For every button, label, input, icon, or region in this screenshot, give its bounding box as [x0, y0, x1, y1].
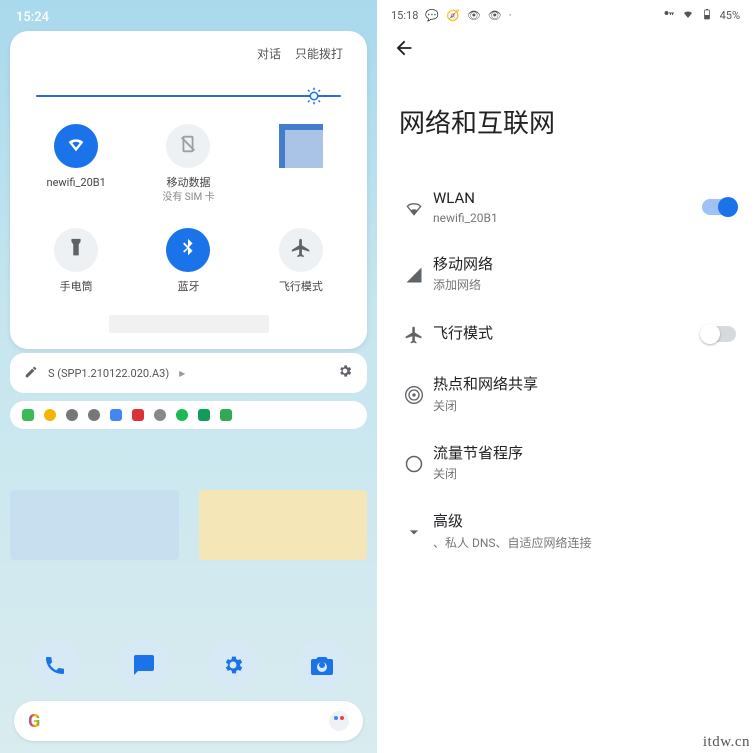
brightness-slider[interactable]	[36, 86, 341, 106]
tile-wifi[interactable]: newifi_20B1	[20, 124, 132, 204]
tile-label: 飞行模式	[279, 280, 323, 295]
build-text: S (SPP1.210122.020.A3)	[48, 367, 169, 380]
tile-label: 移动数据没有 SIM 卡	[162, 176, 214, 204]
redacted-area	[109, 315, 269, 333]
wlan-toggle[interactable]	[702, 199, 736, 215]
right-status-bar: 15:18 💬 🧭 👁 👁 · 45%	[377, 0, 754, 23]
row-hotspot[interactable]: 热点和网络共享关闭	[377, 360, 754, 429]
tile-label: newifi_20B1	[47, 176, 106, 191]
watermark: itdw.cn	[703, 734, 750, 751]
tile-label: 蓝牙	[177, 280, 199, 295]
status-icon: 🧭	[446, 9, 460, 22]
vpn-key-icon	[663, 8, 675, 23]
row-data-saver[interactable]: 流量节省程序关闭	[377, 429, 754, 498]
chevron-down-icon	[395, 520, 433, 542]
back-button[interactable]	[377, 23, 754, 63]
qs-tab[interactable]: 对话	[257, 45, 281, 62]
row-mobile-network[interactable]: 移动网络添加网络	[377, 240, 754, 309]
hotspot-icon	[395, 383, 433, 405]
build-info-row: S (SPP1.210122.020.A3) ▶	[10, 353, 367, 393]
edit-icon[interactable]	[24, 365, 38, 382]
signal-icon	[395, 263, 433, 285]
wechat-status-icon: 💬	[425, 9, 439, 22]
status-more-icon: ·	[509, 9, 512, 22]
dock-phone[interactable]	[29, 639, 81, 691]
wifi-icon	[65, 133, 87, 159]
google-g-icon: G	[28, 711, 40, 732]
airplane-icon	[290, 237, 312, 263]
sim-off-icon	[177, 133, 199, 159]
airplane-toggle[interactable]	[702, 326, 736, 342]
brightness-thumb-icon[interactable]	[305, 87, 323, 105]
tile-flashlight[interactable]: 手电筒	[20, 228, 132, 295]
tile-mobile-data[interactable]: 移动数据没有 SIM 卡	[132, 124, 244, 204]
tile-label: 手电筒	[60, 280, 93, 295]
dock-settings[interactable]	[207, 639, 259, 691]
left-phone-screenshot: 15:24 对话 只能拨打 newifi_20B1	[0, 0, 377, 753]
tile-bluetooth[interactable]: 蓝牙	[132, 228, 244, 295]
qs-tab[interactable]: 只能拨打	[295, 45, 343, 62]
flashlight-icon	[65, 237, 87, 263]
quick-settings-panel: 对话 只能拨打 newifi_20B1 移动数据没有 SIM 卡	[10, 31, 367, 349]
row-wlan[interactable]: WLANnewifi_20B1	[377, 174, 754, 240]
left-status-time: 15:24	[0, 0, 377, 25]
bluetooth-icon	[177, 237, 199, 263]
wallpaper-furniture	[10, 490, 367, 560]
right-phone-screenshot: 15:18 💬 🧭 👁 👁 · 45% 网络和互联网 WLANnewifi_20…	[377, 0, 754, 753]
dock	[10, 639, 367, 691]
battery-icon	[701, 8, 713, 23]
notification-app-strip[interactable]	[10, 401, 367, 429]
obscured-icon	[279, 124, 323, 168]
weibo-status-icon: 👁	[488, 9, 502, 22]
qs-header-tabs: 对话 只能拨打	[20, 45, 357, 68]
tile-label	[299, 176, 302, 191]
gear-icon[interactable]	[337, 363, 353, 383]
dock-messages[interactable]	[118, 639, 170, 691]
weibo-status-icon: 👁	[467, 9, 481, 22]
assistant-icon[interactable]	[329, 711, 349, 731]
row-airplane[interactable]: 飞行模式	[377, 308, 754, 360]
row-advanced[interactable]: 高级、私人 DNS、自适应网络连接	[377, 497, 754, 566]
battery-text: 45%	[720, 9, 740, 22]
google-search-pill[interactable]: G	[14, 701, 363, 741]
tile-obscured[interactable]	[245, 124, 357, 204]
wifi-status-icon	[682, 8, 694, 23]
status-time: 15:18	[391, 9, 418, 22]
page-title: 网络和互联网	[377, 63, 754, 174]
airplane-icon	[395, 323, 433, 345]
dock-camera[interactable]	[296, 639, 348, 691]
data-saver-icon	[395, 452, 433, 474]
tile-airplane[interactable]: 飞行模式	[245, 228, 357, 295]
wifi-icon	[395, 196, 433, 218]
